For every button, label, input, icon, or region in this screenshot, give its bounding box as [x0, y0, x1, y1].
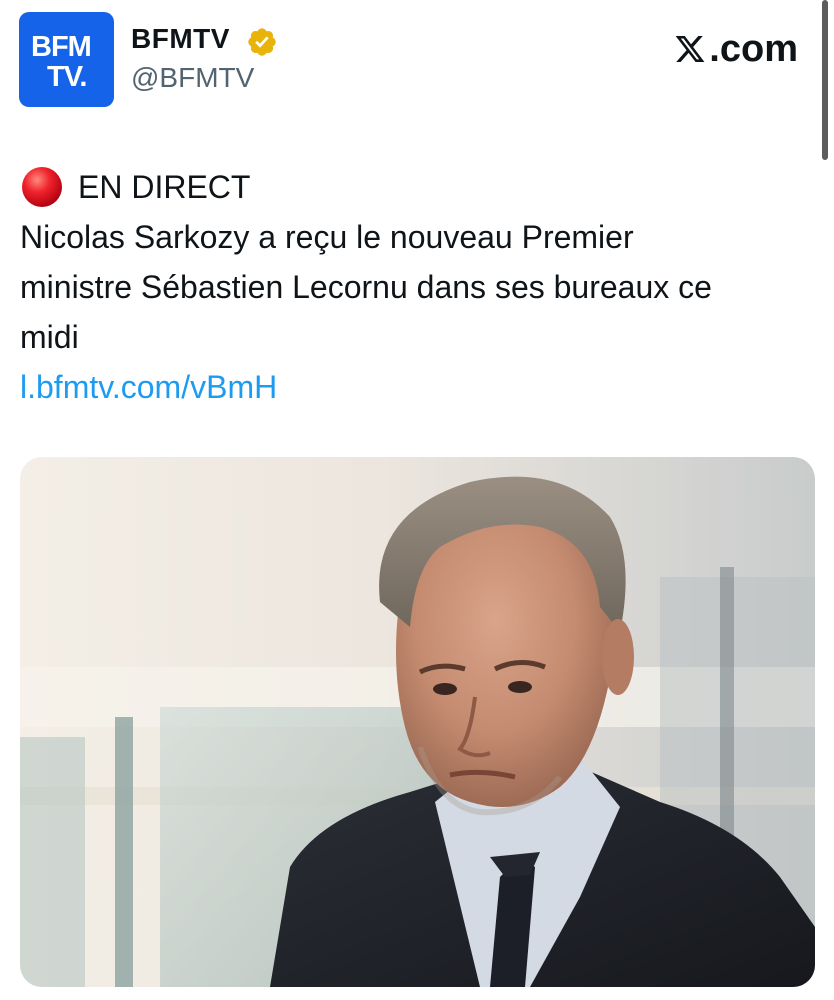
tweet-text: EN DIRECT Nicolas Sarkozy a reçu le nouv…	[20, 162, 820, 412]
verified-badge-icon	[248, 28, 276, 56]
brand-suffix: .com	[709, 28, 798, 70]
scrollbar[interactable]	[822, 0, 828, 160]
live-row: EN DIRECT	[20, 162, 820, 212]
avatar-logo-text-top: BFM	[31, 31, 92, 63]
x-logo-icon	[675, 36, 705, 62]
photo-of-man-in-suit	[20, 457, 815, 987]
avatar-logo-text-bottom: TV.	[47, 61, 87, 93]
tweet-line: Nicolas Sarkozy a reçu le nouveau Premie…	[20, 219, 634, 255]
display-name[interactable]: BFMTV	[131, 22, 230, 56]
tweet-media-photo[interactable]	[20, 457, 815, 987]
tweet-link[interactable]: l.bfmtv.com/vBmH	[20, 362, 820, 412]
live-label: EN DIRECT	[78, 169, 251, 205]
x-com-brand: .com	[673, 28, 798, 70]
tweet-line: ministre Sébastien Lecornu dans ses bure…	[20, 269, 712, 305]
user-handle[interactable]: @BFMTV	[131, 61, 254, 95]
tweet-line: midi	[20, 319, 79, 355]
avatar[interactable]: BFM TV.	[19, 12, 114, 107]
tweet-header: BFM TV. BFMTV @BFMTV .com	[0, 0, 834, 120]
red-circle-icon	[22, 167, 62, 207]
